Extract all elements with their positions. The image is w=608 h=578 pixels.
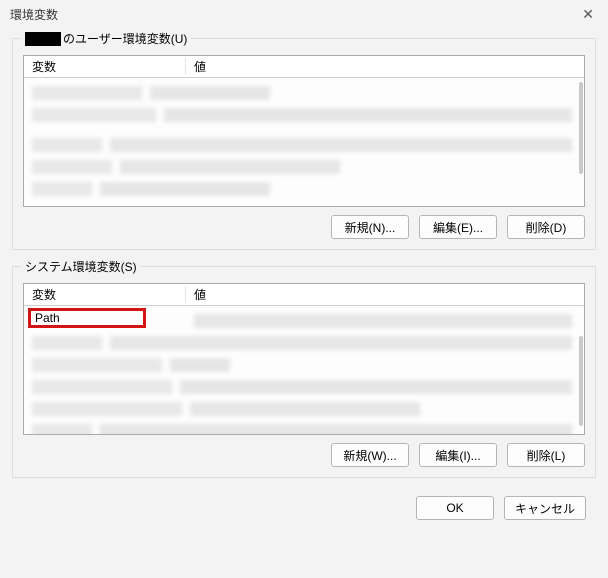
list-item[interactable] [32,182,572,196]
user-vars-body[interactable] [24,78,584,206]
cancel-button[interactable]: キャンセル [504,496,586,520]
path-highlight[interactable]: Path [28,308,146,328]
dialog-footer: OK キャンセル [0,496,586,520]
close-icon[interactable]: ✕ [576,6,600,23]
list-item[interactable] [32,86,572,100]
edit-system-button[interactable]: 編集(I)... [419,443,497,467]
new-system-button[interactable]: 新規(W)... [331,443,409,467]
delete-user-button[interactable]: 削除(D) [507,215,585,239]
list-item[interactable] [32,402,572,416]
list-item[interactable] [32,160,572,174]
scrollbar[interactable] [579,82,583,174]
system-vars-header: 変数 値 [24,284,584,306]
list-item[interactable] [32,108,572,122]
new-user-button[interactable]: 新規(N)... [331,215,409,239]
col-header-variable[interactable]: 変数 [24,286,186,303]
window-title: 環境変数 [10,6,58,23]
list-item[interactable] [32,424,572,434]
list-item[interactable] [32,358,572,372]
list-item[interactable] [32,336,572,350]
user-legend-text: のユーザー環境変数(U) [63,32,187,46]
list-item[interactable] [32,138,572,152]
list-item[interactable] [32,380,572,394]
titlebar: 環境変数 ✕ [0,0,608,28]
user-vars-group: のユーザー環境変数(U) 変数 値 新規(N)... 編集(E)... 削除(D… [12,38,596,250]
delete-system-button[interactable]: 削除(L) [507,443,585,467]
system-vars-body[interactable]: Path [24,306,584,434]
scrollbar[interactable] [579,336,583,426]
col-header-value[interactable]: 値 [186,286,584,303]
user-vars-buttons: 新規(N)... 編集(E)... 削除(D) [23,215,585,239]
path-variable-name: Path [35,311,60,325]
system-vars-buttons: 新規(W)... 編集(I)... 削除(L) [23,443,585,467]
edit-user-button[interactable]: 編集(E)... [419,215,497,239]
redacted-username [25,32,61,46]
system-vars-legend: システム環境変数(S) [21,258,141,275]
col-header-variable[interactable]: 変数 [24,58,186,75]
col-header-value[interactable]: 値 [186,58,584,75]
ok-button[interactable]: OK [416,496,494,520]
system-vars-group: システム環境変数(S) 変数 値 Path 新規(W)... 編集(I)... … [12,266,596,478]
user-vars-header: 変数 値 [24,56,584,78]
system-vars-listbox[interactable]: 変数 値 Path [23,283,585,435]
user-vars-legend: のユーザー環境変数(U) [21,30,191,47]
user-vars-listbox[interactable]: 変数 値 [23,55,585,207]
